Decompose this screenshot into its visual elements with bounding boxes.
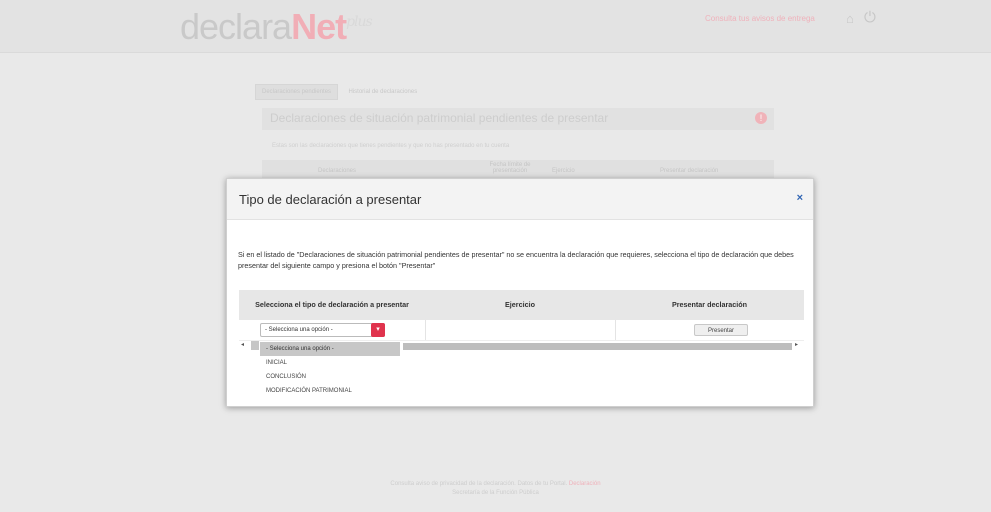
footer-link[interactable]: Declaración [569,481,601,487]
close-icon[interactable]: × [797,192,803,204]
alert-icon: ! [755,112,767,124]
table-header: Selecciona el tipo de declaración a pres… [239,290,804,320]
bg-header-presentar: Presentar declaración [660,168,719,174]
bg-header-declaraciones: Declaraciones [318,168,357,174]
header-presentar: Presentar declaración [671,300,748,309]
tab-pendientes[interactable]: Declaraciones pendientes [255,84,339,100]
bg-header-ejercicio: Ejercicio [552,168,575,174]
bg-header-fecha: Fecha límite de presentación [489,162,531,174]
modal-instructions: Si en el listado de "Declaraciones de si… [238,250,794,270]
table-row: - Selecciona una opción - ▾ Presentar [239,320,804,341]
option-inicial[interactable]: INICIAL [260,356,400,370]
header-tipo-declaracion: Selecciona el tipo de declaración a pres… [255,300,409,309]
select-value: - Selecciona una opción - [265,327,333,333]
declaration-table: Selecciona el tipo de declaración a pres… [239,290,804,341]
page-footer: Consulta aviso de privacidad de la decla… [0,480,991,498]
section-heading-text: Declaraciones de situación patrimonial p… [270,111,609,125]
column-divider [615,320,616,340]
background-table-header: Declaraciones Fecha límite de presentaci… [262,160,774,178]
horizontal-scrollbar[interactable] [403,343,792,350]
avisos-link[interactable]: Consulta tus avisos de entrega [705,14,815,23]
home-icon[interactable]: ⌂ [846,11,854,26]
scroll-left-arrow-icon[interactable]: ◂ [241,341,244,348]
column-divider [425,320,426,340]
present-button[interactable]: Presentar [694,324,748,336]
tab-historial[interactable]: Historial de declaraciones [343,85,424,99]
modal-header: Tipo de declaración a presentar × [227,179,813,220]
modal-title: Tipo de declaración a presentar [239,192,422,207]
footer-line-2: Secretaría de la Función Pública [452,490,539,496]
section-heading: Declaraciones de situación patrimonial p… [262,108,774,130]
header-ejercicio: Ejercicio [505,300,535,309]
scroll-right-arrow-icon[interactable]: ▸ [795,341,798,348]
top-header: declaraNetplus Consulta tus avisos de en… [0,0,991,53]
chevron-down-icon[interactable]: ▾ [371,323,385,337]
footer-text: Consulta aviso de privacidad de la decla… [390,481,568,487]
declaration-type-options: - Selecciona una opción - INICIAL CONCLU… [260,342,400,405]
option-modificacion[interactable]: MODIFICACIÓN PATRIMONIAL [260,384,400,398]
background-tabs: Declaraciones pendientes Historial de de… [255,80,423,100]
declaration-type-select[interactable]: - Selecciona una opción - ▾ [260,323,385,337]
power-icon[interactable]: ⏻ [864,9,876,26]
section-description: Estas son las declaraciones que tienes p… [272,143,510,149]
scroll-thumb[interactable] [251,341,259,350]
option-selecciona[interactable]: - Selecciona una opción - [260,342,400,356]
option-conclusion[interactable]: CONCLUSIÓN [260,370,400,384]
app-logo: declaraNetplus [180,6,373,47]
